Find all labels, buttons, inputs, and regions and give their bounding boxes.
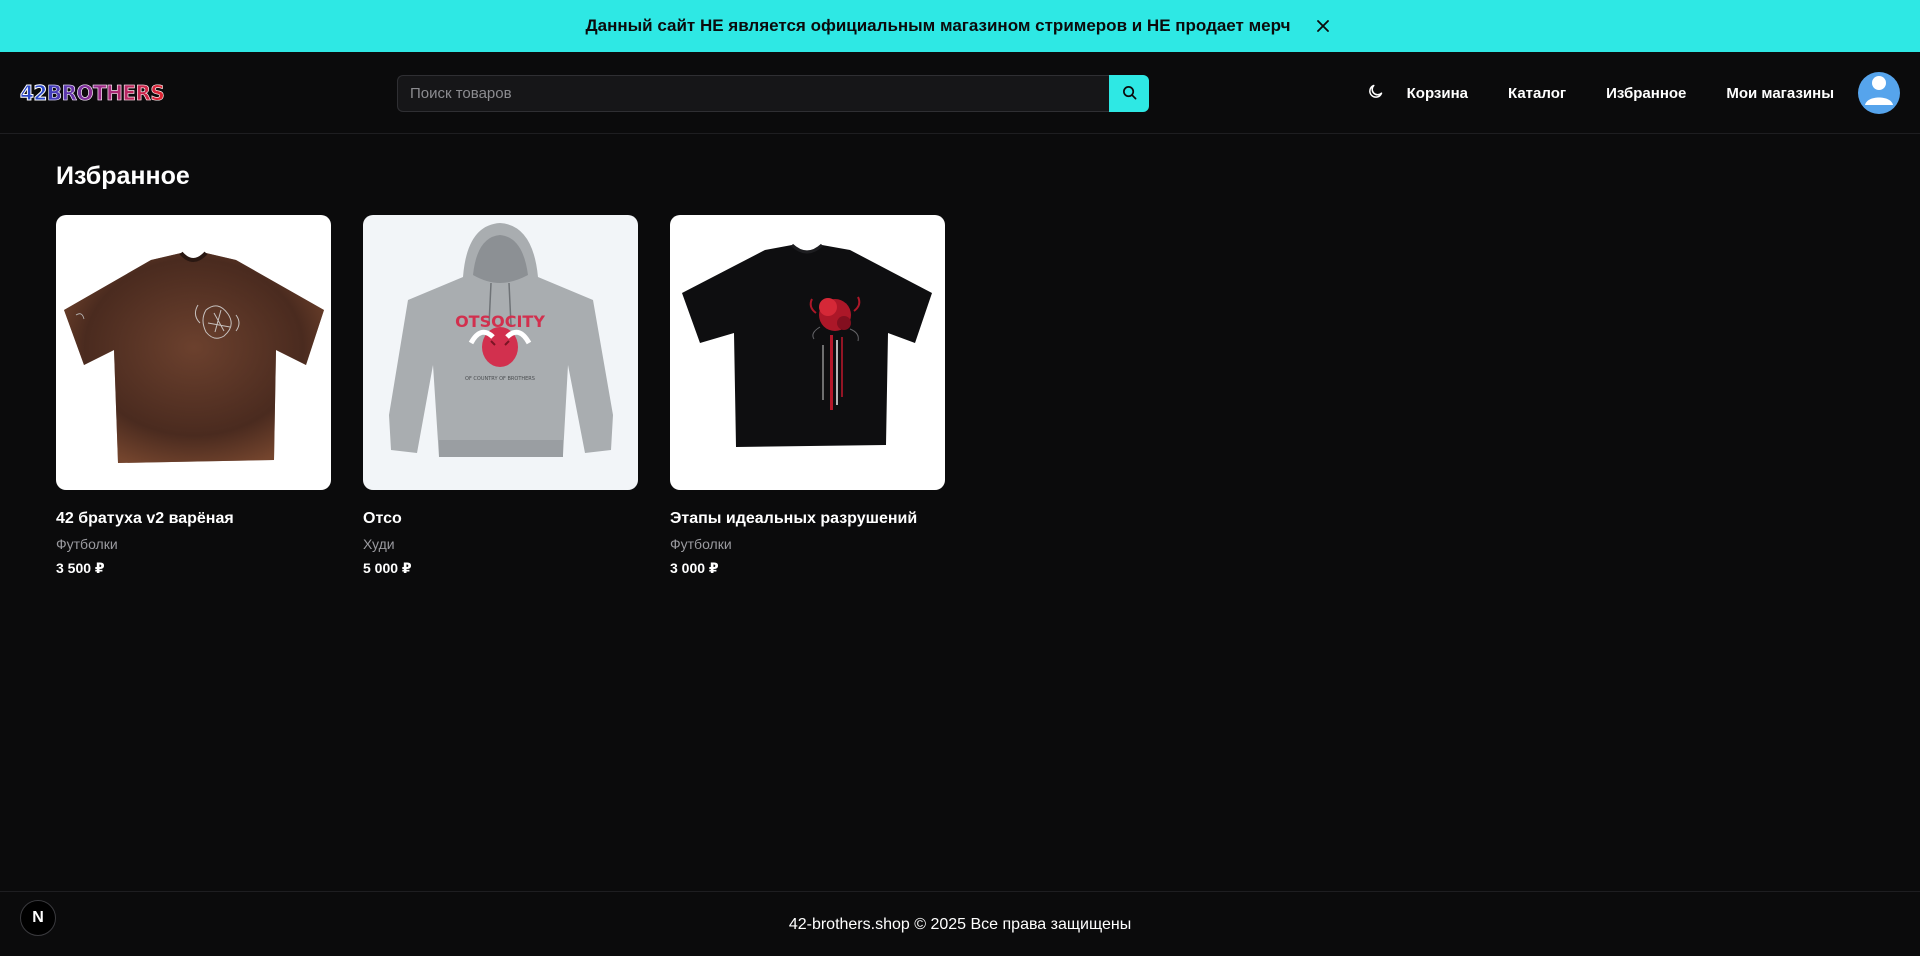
product-price: 5 000 ₽ <box>363 560 412 576</box>
product-card[interactable]: OTSOCITY OF COUNTRY OF BROTHERS Отсо Худ… <box>363 215 638 577</box>
product-image[interactable] <box>56 215 331 490</box>
user-icon <box>1858 72 1900 114</box>
nav-catalog[interactable]: Каталог <box>1508 85 1566 102</box>
product-category: Футболки <box>670 536 732 552</box>
close-icon[interactable] <box>1312 15 1334 37</box>
product-card[interactable]: 42 братуха v2 варёная Футболки 3 500 ₽ <box>56 215 331 577</box>
product-price: 3 000 ₽ <box>670 560 719 576</box>
product-image[interactable] <box>670 215 945 490</box>
search-input[interactable] <box>397 75 1109 112</box>
nav-cart[interactable]: Корзина <box>1407 85 1468 102</box>
theme-toggle-button[interactable] <box>1361 78 1391 108</box>
product-title[interactable]: 42 братуха v2 варёная <box>56 510 331 528</box>
product-category: Футболки <box>56 536 118 552</box>
product-image[interactable]: OTSOCITY OF COUNTRY OF BROTHERS <box>363 215 638 490</box>
main-nav: Корзина Каталог Избранное Мои магазины <box>1361 71 1900 115</box>
copyright-text: 42-brothers.shop © 2025 Все права защище… <box>788 916 1132 933</box>
product-title[interactable]: Этапы идеальных разрушений <box>670 510 945 528</box>
page-title: Избранное <box>56 162 190 190</box>
moon-icon <box>1368 83 1384 104</box>
product-title[interactable]: Отсо <box>363 510 638 528</box>
nav-favorites[interactable]: Избранное <box>1606 85 1686 102</box>
product-category: Худи <box>363 536 395 552</box>
search-button[interactable] <box>1109 75 1149 112</box>
logo[interactable]: 42BROTHERS <box>20 81 166 106</box>
search-bar <box>397 75 1149 112</box>
svg-text:OF COUNTRY OF BROTHERS: OF COUNTRY OF BROTHERS <box>465 376 535 382</box>
site-footer: 42-brothers.shop © 2025 Все права защище… <box>0 891 1920 956</box>
dev-tools-badge[interactable]: N <box>20 900 56 936</box>
logo-number: 42 <box>20 81 48 106</box>
avatar[interactable] <box>1858 72 1900 114</box>
announcement-banner: Данный сайт НЕ является официальным мага… <box>0 0 1920 52</box>
product-grid: 42 братуха v2 варёная Футболки 3 500 ₽ O… <box>56 215 945 577</box>
product-price: 3 500 ₽ <box>56 560 105 576</box>
product-card[interactable]: Этапы идеальных разрушений Футболки 3 00… <box>670 215 945 577</box>
banner-text: Данный сайт НЕ является официальным мага… <box>585 16 1291 35</box>
nav-my-shops[interactable]: Мои магазины <box>1726 85 1834 102</box>
search-icon <box>1122 85 1137 103</box>
site-header: 42BROTHERS Корзина Каталог Избранное Мои… <box>0 52 1920 134</box>
logo-word: BROTHERS <box>46 81 166 106</box>
